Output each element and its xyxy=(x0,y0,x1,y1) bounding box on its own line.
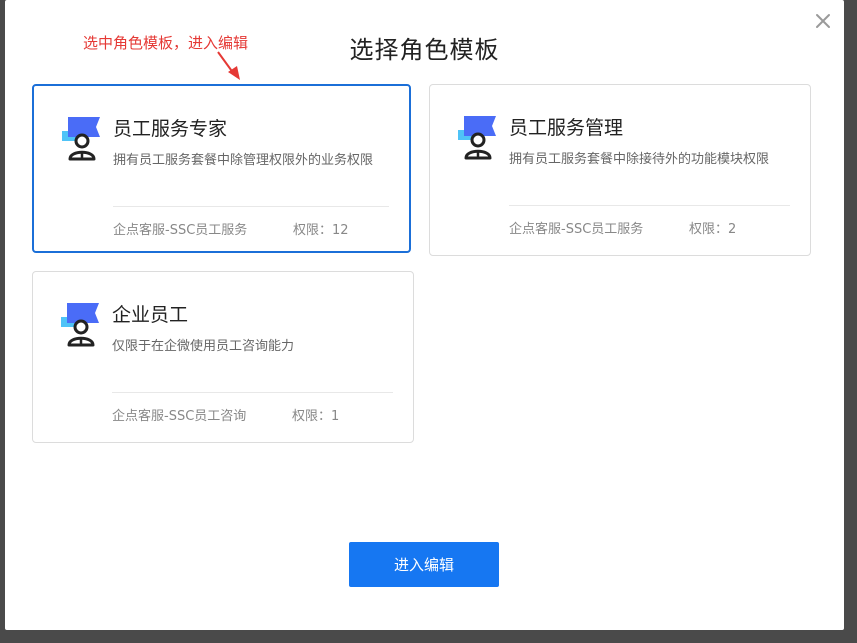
role-permission-count: 权限：2 xyxy=(689,222,737,237)
role-permission-count: 权限：1 xyxy=(292,409,340,424)
role-name: 员工服务专家 xyxy=(113,118,228,140)
role-description: 拥有员工服务套餐中除接待外的功能模块权限 xyxy=(509,152,770,167)
role-card-employee-service-expert[interactable]: 员工服务专家 拥有员工服务套餐中除管理权限外的业务权限 企点客服-SSC员工服务… xyxy=(32,84,411,253)
close-icon xyxy=(816,14,830,28)
role-permission-count: 权限：12 xyxy=(293,223,349,238)
role-card-enterprise-employee[interactable]: 企业员工 仅限于在企微使用员工咨询能力 企点客服-SSC员工咨询 权限：1 xyxy=(32,271,414,443)
card-divider xyxy=(509,205,790,206)
role-product: 企点客服-SSC员工咨询 xyxy=(112,409,247,424)
role-description: 拥有员工服务套餐中除管理权限外的业务权限 xyxy=(113,153,374,168)
role-product: 企点客服-SSC员工服务 xyxy=(113,223,248,238)
card-divider xyxy=(112,392,393,393)
role-name: 企业员工 xyxy=(112,304,189,326)
role-avatar-icon xyxy=(458,116,496,160)
role-card-employee-service-management[interactable]: 员工服务管理 拥有员工服务套餐中除接待外的功能模块权限 企点客服-SSC员工服务… xyxy=(429,84,811,256)
enter-edit-button[interactable]: 进入编辑 xyxy=(349,542,499,587)
role-avatar-icon xyxy=(62,117,100,161)
role-avatar-icon xyxy=(61,303,99,347)
card-divider xyxy=(113,206,389,207)
role-name: 员工服务管理 xyxy=(509,117,624,139)
role-product: 企点客服-SSC员工服务 xyxy=(509,222,644,237)
close-button[interactable] xyxy=(812,10,834,32)
annotation-arrow-icon xyxy=(217,51,240,80)
role-template-dialog: 选择角色模板 选中角色模板，进入编辑 员工服务专家 拥有员工服务套餐中除管理权限… xyxy=(5,0,844,630)
role-description: 仅限于在企微使用员工咨询能力 xyxy=(112,339,295,354)
